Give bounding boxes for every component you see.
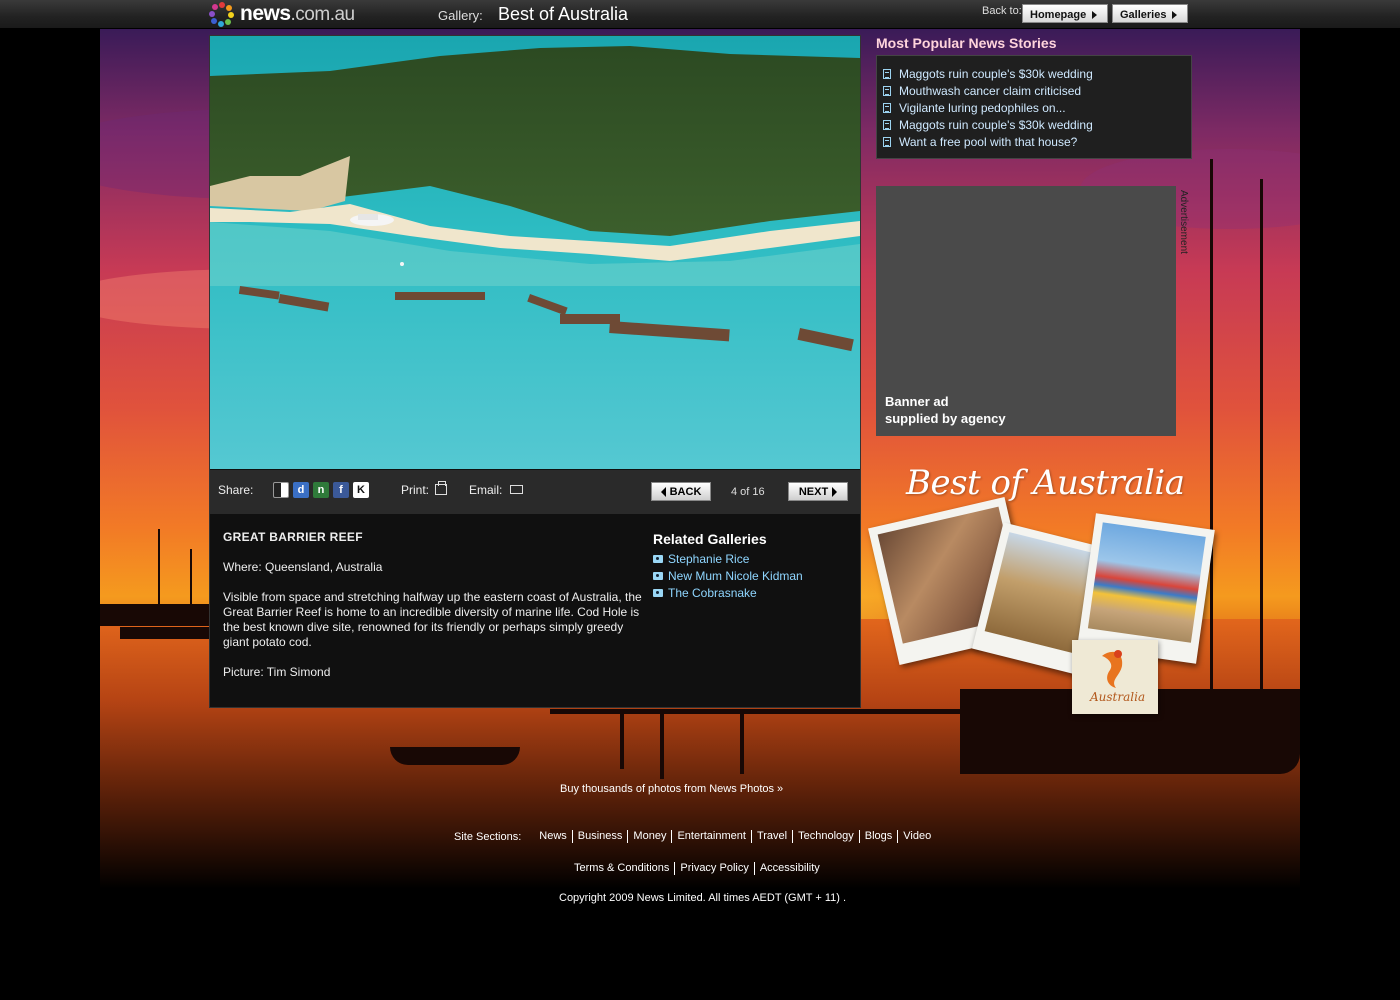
popular-stories-title: Most Popular News Stories (876, 35, 1057, 51)
arrow-right-icon (1172, 10, 1178, 19)
homepage-button-label: Homepage (1030, 8, 1087, 21)
kwoff-icon[interactable]: K (353, 482, 369, 498)
terms-link[interactable]: Terms & Conditions (574, 862, 674, 875)
site-sections-label: Site Sections: (454, 830, 522, 843)
popular-story-label: Maggots ruin couple's $30k wedding (899, 66, 1093, 81)
australia-tourism-logo: Australia (1072, 640, 1158, 714)
popular-story-label: Maggots ruin couple's $30k wedding (899, 117, 1093, 132)
advertisement-label-text: Advertisement (1178, 190, 1189, 254)
related-gallery-label: Stephanie Rice (668, 551, 750, 566)
banner-ad-text: Banner ad supplied by agency (885, 393, 1006, 427)
australia-logo-text: Australia (1090, 690, 1146, 704)
news-logo[interactable]: news.com.au (209, 2, 355, 27)
gallery-photo (210, 36, 860, 469)
arrow-right-icon (1092, 10, 1098, 19)
galleries-button-label: Galleries (1120, 8, 1167, 21)
related-gallery-link[interactable]: New Mum Nicole Kidman (653, 567, 853, 584)
popular-story-link[interactable]: Maggots ruin couple's $30k wedding (883, 65, 1191, 82)
arrow-left-icon (660, 486, 666, 497)
popular-story-link[interactable]: Maggots ruin couple's $30k wedding (883, 116, 1191, 133)
popular-story-link[interactable]: Vigilante luring pedophiles on... (883, 99, 1191, 116)
back-button[interactable]: BACK (651, 482, 711, 501)
popular-story-label: Want a free pool with that house? (899, 134, 1078, 149)
arrow-right-icon (832, 486, 838, 497)
popular-story-label: Vigilante luring pedophiles on... (899, 100, 1066, 115)
email-icon[interactable] (510, 485, 523, 494)
camera-icon (653, 554, 663, 563)
back-button-label: BACK (669, 485, 702, 498)
gallery-title: Best of Australia (498, 4, 629, 24)
caption-title: GREAT BARRIER REEF (223, 530, 363, 544)
popular-stories-list: Maggots ruin couple's $30k wedding Mouth… (876, 55, 1192, 159)
best-of-australia-promo[interactable]: Best of Australia Australia (868, 463, 1215, 718)
banner-ad[interactable]: Banner ad supplied by agency (876, 186, 1176, 436)
camera-icon (653, 571, 663, 580)
photo-caption: GREAT BARRIER REEF Where: Queensland, Au… (223, 530, 643, 680)
next-button-label: NEXT (798, 485, 829, 498)
related-gallery-link[interactable]: Stephanie Rice (653, 550, 853, 567)
footer-link-blogs[interactable]: Blogs (858, 830, 898, 843)
beach-huts-photo (1087, 522, 1206, 643)
related-gallery-label: New Mum Nicole Kidman (668, 568, 803, 583)
copyright-text: Copyright 2009 News Limited. All times A… (559, 892, 847, 904)
footer-link-business[interactable]: Business (571, 830, 628, 843)
delicious-icon[interactable] (273, 482, 289, 498)
related-galleries: Related Galleries Stephanie Rice New Mum… (653, 531, 853, 601)
caption-body: Visible from space and stretching halfwa… (223, 590, 642, 649)
related-gallery-link[interactable]: The Cobrasnake (653, 584, 853, 601)
newsvine-icon[interactable]: n (313, 482, 329, 498)
logo-dots-icon (209, 2, 234, 27)
homepage-button[interactable]: Homepage (1022, 4, 1108, 23)
facebook-icon[interactable]: f (333, 482, 349, 498)
banner-ad-line: Banner ad (885, 394, 949, 409)
print-icon[interactable] (435, 481, 447, 495)
buy-photos-link[interactable]: Buy thousands of photos from News Photos… (560, 783, 783, 795)
popular-story-link[interactable]: Mouthwash cancer claim criticised (883, 82, 1191, 99)
photo-panel: Share: d n f K Print: Email: BACK 4 of 1… (209, 35, 861, 708)
reef-aerial-photo (210, 36, 860, 469)
footer-link-news[interactable]: News (539, 830, 572, 843)
digg-icon[interactable]: d (293, 482, 309, 498)
legal-links: Terms & Conditions Privacy Policy Access… (574, 862, 825, 875)
advertisement-label: Advertisement (1178, 190, 1190, 260)
share-bar: Share: d n f K Print: Email: BACK 4 of 1… (210, 470, 860, 514)
footer-link-entertainment[interactable]: Entertainment (671, 830, 750, 843)
next-button[interactable]: NEXT (788, 482, 848, 501)
popular-story-link[interactable]: Want a free pool with that house? (883, 133, 1191, 150)
galleries-button[interactable]: Galleries (1112, 4, 1188, 23)
site-sections-nav: Site Sections: News Business Money Enter… (454, 830, 936, 843)
camera-icon (653, 588, 663, 597)
caption-credit: Picture: Tim Simond (223, 665, 331, 679)
footer-link-money[interactable]: Money (627, 830, 671, 843)
privacy-link[interactable]: Privacy Policy (674, 862, 753, 875)
share-label: Share: (218, 483, 254, 497)
banner-ad-line: supplied by agency (885, 411, 1006, 426)
top-bar: news.com.au Gallery: Best of Australia B… (0, 0, 1400, 29)
popular-story-label: Mouthwash cancer claim criticised (899, 83, 1082, 98)
photo-counter: 4 of 16 (731, 486, 765, 498)
document-icon (883, 68, 891, 79)
email-label: Email: (469, 483, 503, 497)
promo-title: Best of Australia (906, 463, 1185, 503)
gallery-label: Gallery: (438, 8, 483, 23)
document-icon (883, 102, 891, 113)
document-icon (883, 85, 891, 96)
caption-location: Where: Queensland, Australia (223, 560, 383, 574)
print-label: Print: (401, 483, 430, 497)
footer-link-travel[interactable]: Travel (750, 830, 792, 843)
logo-text: news.com.au (240, 2, 355, 25)
document-icon (883, 136, 891, 147)
footer-link-technology[interactable]: Technology (792, 830, 859, 843)
accessibility-link[interactable]: Accessibility (753, 862, 825, 875)
back-to-label: Back to: (982, 5, 1022, 17)
related-gallery-label: The Cobrasnake (668, 585, 757, 600)
related-galleries-title: Related Galleries (653, 531, 767, 547)
footer-link-video[interactable]: Video (897, 830, 936, 843)
document-icon (883, 119, 891, 130)
